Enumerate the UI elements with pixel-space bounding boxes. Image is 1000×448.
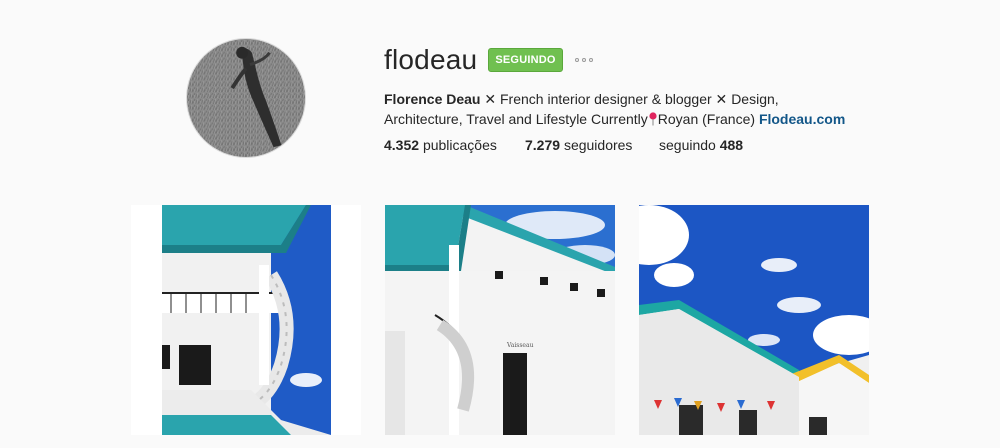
stat-following[interactable]: seguindo 488: [659, 137, 743, 153]
profile-avatar[interactable]: [186, 38, 306, 158]
followers-count: 7.279: [525, 137, 561, 153]
profile-bio: Florence Deau ✕ French interior designer…: [384, 89, 854, 129]
posts-label: publicações: [422, 137, 497, 153]
avatar-photo: [187, 39, 305, 157]
post-image: [639, 205, 869, 435]
bio-full-name: Florence Deau: [384, 91, 481, 107]
post-image: Vaisseau: [385, 205, 615, 435]
followers-label: seguidores: [563, 137, 633, 153]
bio-separator: ✕: [711, 91, 732, 107]
bio-location: Royan (France): [657, 111, 756, 127]
post-thumbnail[interactable]: Vaisseau: [385, 205, 615, 435]
dot: [589, 58, 593, 62]
dot: [575, 58, 579, 62]
bio-text: French interior designer & blogger: [500, 91, 712, 107]
following-count: 488: [719, 137, 744, 153]
post-thumbnail[interactable]: [639, 205, 869, 435]
more-options-icon[interactable]: [575, 52, 597, 68]
post-image: [131, 205, 361, 435]
svg-text:Vaisseau: Vaisseau: [506, 342, 534, 349]
stat-posts: 4.352 publicações: [384, 137, 497, 153]
following-button[interactable]: SEGUINDO: [488, 48, 563, 72]
post-thumbnail[interactable]: [131, 205, 361, 435]
bio-separator: ✕: [480, 91, 500, 107]
location-pin-icon: [649, 112, 657, 126]
dot: [582, 58, 586, 62]
following-label: seguindo: [659, 137, 716, 153]
stat-followers[interactable]: 7.279 seguidores: [525, 137, 632, 153]
profile-username: flodeau: [384, 44, 478, 75]
posts-count: 4.352: [384, 137, 420, 153]
bio-website-link[interactable]: Flodeau.com: [759, 111, 845, 127]
